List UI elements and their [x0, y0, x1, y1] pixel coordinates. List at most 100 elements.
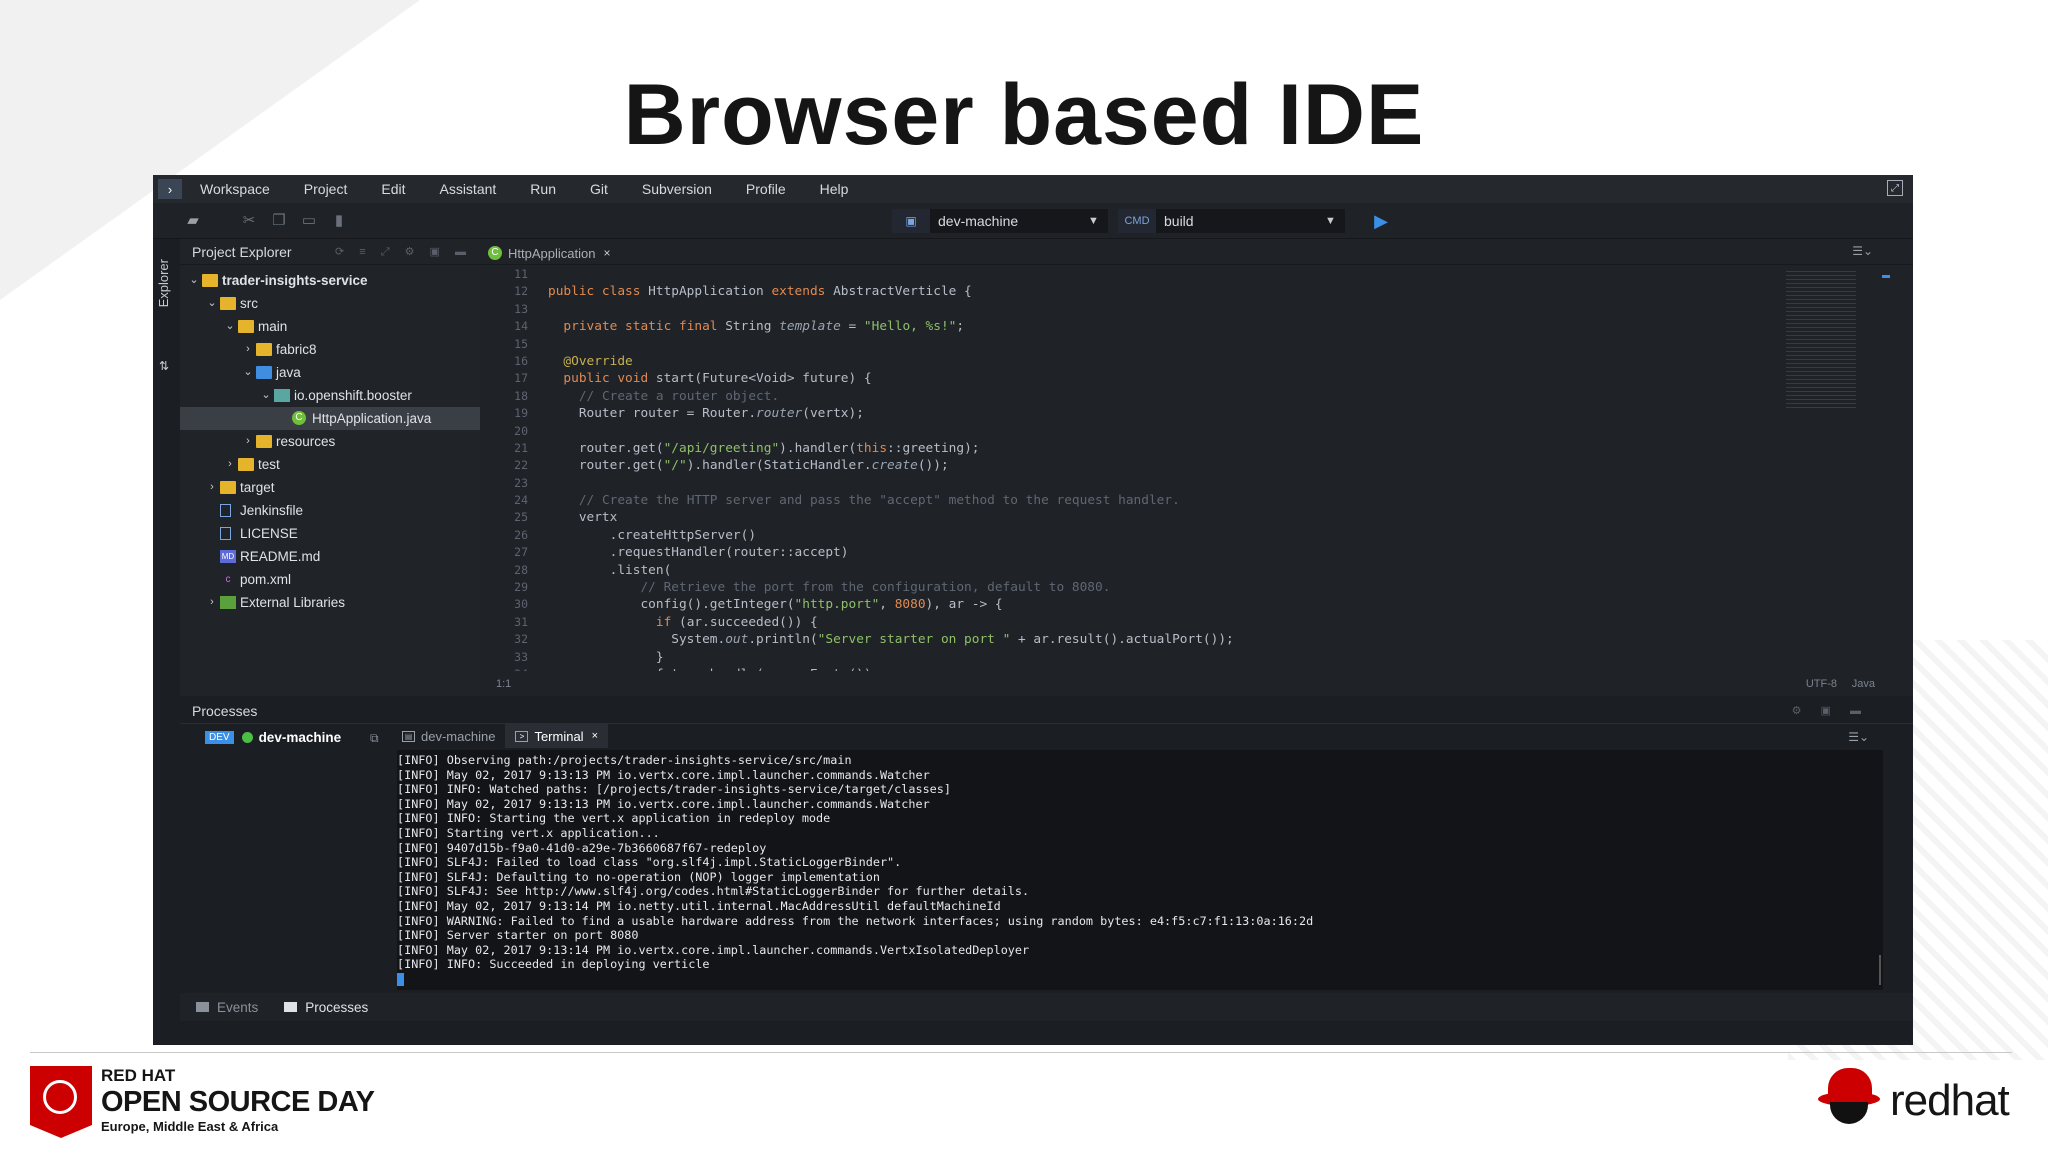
tree-item[interactable]: › External Libraries — [180, 591, 480, 614]
tab-dev-machine[interactable]: ▤ dev-machine — [392, 724, 505, 748]
file-language[interactable]: Java — [1852, 678, 1875, 690]
tab-processes[interactable]: Processes — [284, 1000, 368, 1015]
chevron-down-icon[interactable]: ⌄ — [224, 315, 236, 338]
tree-item-label: Jenkinsfile — [240, 503, 304, 518]
code-line: 20 — [480, 423, 1860, 440]
tree-item[interactable]: › target — [180, 476, 480, 499]
tree-item-label: LICENSE — [240, 526, 298, 541]
cut-icon[interactable]: ✂ — [239, 211, 259, 231]
chevron-right-icon[interactable]: › — [206, 476, 218, 499]
chevron-down-icon[interactable]: ⌄ — [242, 361, 254, 384]
line-number: 31 — [514, 614, 528, 629]
tree-item-label: README.md — [240, 549, 321, 564]
tree-item-label: src — [240, 296, 258, 311]
tree-item[interactable]: MD README.md — [180, 545, 480, 568]
tree-item[interactable]: ⌄ main — [180, 315, 480, 338]
menu-project[interactable]: Project — [304, 181, 348, 197]
run-button[interactable]: ▶ — [1366, 209, 1396, 233]
code-text: public class HttpApplication extends Abs… — [548, 284, 972, 300]
slide-title: Browser based IDE — [623, 67, 1425, 163]
paste-icon[interactable]: ▭ — [299, 211, 319, 231]
process-machine-item[interactable]: DEV dev-machine — [205, 730, 341, 745]
folder-icon — [256, 435, 272, 448]
tree-item[interactable]: › fabric8 — [180, 338, 480, 361]
tree-item[interactable]: ⌄ src — [180, 292, 480, 315]
line-number: 17 — [514, 371, 528, 386]
processes-toolbar-icons[interactable]: ⚙ ▣ ▬ — [1792, 698, 1869, 724]
menu-profile[interactable]: Profile — [746, 181, 786, 197]
line-number: 32 — [514, 632, 528, 647]
editor-tab-httpapplication[interactable]: C HttpApplication × — [488, 243, 610, 263]
project-tree: ⌄ trader-insights-service ⌄ src ⌄ main › fabric… — [180, 265, 480, 614]
tree-item-label: pom.xml — [240, 572, 292, 587]
menu-subversion[interactable]: Subversion — [642, 181, 712, 197]
code-line: 29 // Retrieve the port from the configu… — [480, 579, 1860, 596]
line-number: 12 — [514, 284, 528, 299]
delete-icon[interactable]: ▮ — [329, 211, 349, 231]
terminal-scrollbar[interactable] — [1879, 955, 1881, 985]
maximize-icon[interactable]: ⤢ — [1887, 180, 1903, 196]
tab-events[interactable]: Events — [196, 1000, 258, 1015]
chevron-right-icon[interactable]: › — [242, 338, 254, 361]
sort-icon[interactable]: ⇅ — [159, 359, 169, 373]
code-area[interactable]: 11 12 public class HttpApplication extends… — [480, 266, 1860, 671]
menu-edit[interactable]: Edit — [381, 181, 405, 197]
chevron-down-icon[interactable]: ⌄ — [188, 269, 200, 292]
menu-run[interactable]: Run — [530, 181, 556, 197]
menu-assistant[interactable]: Assistant — [439, 181, 496, 197]
redhat-wordmark: redhat — [1890, 1076, 2010, 1125]
tree-item-label: target — [240, 480, 275, 495]
explorer-toolbar-icons[interactable]: ⟳ ≡ ⤢ ⚙ ▣ ▬ — [335, 239, 472, 265]
tab-terminal[interactable]: > Terminal × — [505, 724, 608, 748]
close-icon[interactable]: × — [603, 246, 610, 260]
tree-item[interactable]: C HttpApplication.java — [180, 407, 480, 430]
tree-item[interactable]: ⌄ trader-insights-service — [180, 269, 480, 292]
code-line: 15 — [480, 336, 1860, 353]
add-terminal-icon[interactable]: ⧉ — [370, 731, 379, 746]
terminal-line: [INFO] May 02, 2017 9:13:14 PM io.vertx.… — [397, 942, 1030, 957]
chevron-right-icon[interactable]: › — [224, 453, 236, 476]
chevron-down-icon[interactable]: ⌄ — [260, 384, 272, 407]
footer-brand-line3: Europe, Middle East & Africa — [101, 1119, 279, 1134]
processes-menu-icon[interactable]: ☰⌄ — [1848, 730, 1869, 744]
chevron-right-icon[interactable]: › — [242, 430, 254, 453]
menu-workspace[interactable]: Workspace — [200, 181, 270, 197]
file-icon — [220, 527, 231, 540]
machine-selector[interactable]: ▣ dev-machine ▼ — [892, 209, 1108, 233]
tree-item[interactable]: ⌄ java — [180, 361, 480, 384]
code-minimap[interactable] — [1786, 271, 1856, 411]
process-tabs: ▤ dev-machine > Terminal × — [392, 724, 608, 748]
code-line: 28 .listen( — [480, 562, 1860, 579]
code-line: 19 Router router = Router.router(vertx); — [480, 405, 1860, 422]
tree-item[interactable]: ⌄ io.openshift.booster — [180, 384, 480, 407]
line-number: 21 — [514, 440, 528, 455]
close-icon[interactable]: × — [592, 730, 598, 742]
tree-item[interactable]: c pom.xml — [180, 568, 480, 591]
new-folder-icon[interactable]: ▰ — [183, 211, 203, 231]
line-number: 20 — [514, 423, 528, 438]
terminal-output[interactable]: [INFO] Observing path:/projects/trader-i… — [397, 750, 1883, 990]
code-line: 31 if (ar.succeeded()) { — [480, 614, 1860, 631]
chevron-down-icon[interactable]: ⌄ — [206, 292, 218, 315]
editor-status-bar: 1:1 UTF-8 Java — [480, 672, 1913, 696]
tree-item[interactable]: Jenkinsfile — [180, 499, 480, 522]
package-icon — [274, 389, 290, 402]
chevron-right-icon[interactable]: › — [206, 591, 218, 614]
editor-tab-bar: C HttpApplication × ☰⌄ — [480, 239, 1913, 265]
menu-toggle-button[interactable]: › — [158, 179, 182, 199]
footer-brand-line2: OPEN SOURCE DAY — [101, 1086, 375, 1118]
command-selector[interactable]: CMD build ▼ — [1118, 209, 1345, 233]
tree-item-label: test — [258, 457, 280, 472]
tree-item[interactable]: › test — [180, 453, 480, 476]
copy-icon[interactable]: ❐ — [269, 211, 289, 231]
editor-menu-icon[interactable]: ☰⌄ — [1852, 244, 1873, 258]
file-encoding[interactable]: UTF-8 — [1806, 678, 1837, 690]
tree-item[interactable]: › resources — [180, 430, 480, 453]
tree-item[interactable]: LICENSE — [180, 522, 480, 545]
code-text: public void start(Future<Void> future) { — [563, 371, 872, 387]
explorer-side-tab[interactable]: Explorer — [156, 259, 171, 307]
line-number: 34 — [480, 666, 528, 671]
menu-git[interactable]: Git — [590, 181, 608, 197]
menu-help[interactable]: Help — [820, 181, 849, 197]
redhat-hat-logo — [1818, 1068, 1880, 1126]
